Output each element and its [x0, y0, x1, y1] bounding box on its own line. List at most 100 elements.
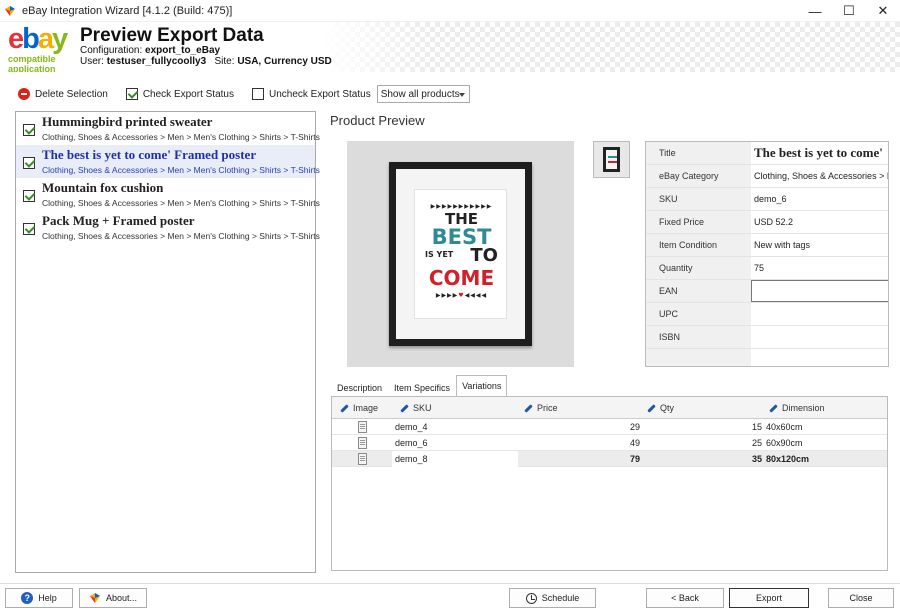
- back-button[interactable]: < Back: [646, 588, 724, 608]
- price-cell: 79: [629, 454, 640, 464]
- uncheck-export-status-button[interactable]: Uncheck Export Status: [251, 88, 371, 100]
- product-name: Hummingbird printed sweater: [42, 114, 213, 129]
- qty-cell: 15: [751, 422, 762, 432]
- sku-cell: demo_8: [392, 451, 518, 467]
- product-list: Hummingbird printed sweater Clothing, Sh…: [15, 111, 320, 573]
- product-name: Mountain fox cushion: [42, 180, 164, 195]
- title-value[interactable]: The best is yet to come': [752, 142, 888, 164]
- property-row-condition: Item Condition New with tags: [646, 234, 888, 257]
- product-category: Clothing, Shoes & Accessories > Men > Me…: [42, 132, 320, 142]
- close-button[interactable]: Close: [828, 588, 894, 608]
- image-file-icon: [358, 437, 367, 449]
- column-header-sku[interactable]: SKU: [400, 397, 432, 419]
- price-value[interactable]: USD 52.2: [752, 211, 888, 233]
- user-site-info: User: testuser_fullycoolly3 Site: USA, C…: [80, 56, 332, 67]
- product-thumbnail[interactable]: [593, 141, 630, 178]
- product-item[interactable]: Hummingbird printed sweater Clothing, Sh…: [16, 112, 320, 145]
- edit-icon: [340, 403, 349, 413]
- product-preview-heading: Product Preview: [330, 113, 425, 128]
- property-row-category: eBay Category Clothing, Shoes & Accessor…: [646, 165, 888, 188]
- clock-icon: [525, 592, 537, 604]
- edit-icon: [647, 403, 656, 413]
- price-cell: 29: [629, 422, 640, 432]
- property-row-quantity: Quantity 75: [646, 257, 888, 280]
- product-filter-dropdown[interactable]: Show all products: [376, 85, 470, 103]
- image-file-icon: [358, 453, 367, 465]
- product-item[interactable]: Mountain fox cushion Clothing, Shoes & A…: [16, 178, 320, 211]
- product-checkbox[interactable]: [23, 190, 35, 202]
- table-row-selected[interactable]: demo_8 79 35 80x120cm: [332, 451, 887, 467]
- schedule-button[interactable]: Schedule: [509, 588, 596, 608]
- tab-variations[interactable]: Variations: [456, 375, 508, 397]
- toolbar: Delete Selection Check Export Status Unc…: [0, 84, 470, 104]
- product-checkbox[interactable]: [23, 124, 35, 136]
- column-header-price[interactable]: Price: [524, 397, 558, 419]
- sku-value[interactable]: demo_6: [752, 188, 888, 210]
- edit-icon: [769, 403, 778, 413]
- configuration-info: Configuration: export_to_eBay: [80, 45, 221, 56]
- column-header-image[interactable]: Image: [340, 397, 378, 419]
- qty-cell: 25: [751, 438, 762, 448]
- variations-grid: Image SKU Price Qty Dimension demo_4 29 …: [331, 396, 888, 571]
- product-name: Pack Mug + Framed poster: [42, 213, 195, 228]
- close-window-button[interactable]: ✕: [866, 0, 900, 22]
- product-item[interactable]: Pack Mug + Framed poster Clothing, Shoes…: [16, 211, 320, 244]
- poster-artwork: ▶▶▶▶▶▶▶▶▶▶▶ THE BEST IS YET TO COME ▶▶▶▶…: [414, 189, 507, 319]
- sku-cell: demo_6: [395, 438, 428, 448]
- product-category: Clothing, Shoes & Accessories > Men > Me…: [42, 231, 320, 241]
- property-row-upc: UPC: [646, 303, 888, 326]
- column-header-dimension[interactable]: Dimension: [769, 397, 825, 419]
- ean-input[interactable]: [751, 280, 888, 302]
- edit-icon: [524, 403, 533, 413]
- product-properties-grid: Title The best is yet to come' eBay Cate…: [645, 141, 889, 367]
- export-button[interactable]: Export: [729, 588, 809, 608]
- upc-value[interactable]: [752, 303, 888, 325]
- property-row-sku: SKU demo_6: [646, 188, 888, 211]
- quantity-value[interactable]: 75: [752, 257, 888, 279]
- property-row-isbn: ISBN: [646, 326, 888, 349]
- app-icon: [89, 593, 100, 603]
- product-checkbox[interactable]: [23, 157, 35, 169]
- help-button[interactable]: ? Help: [5, 588, 73, 608]
- delete-selection-button[interactable]: Delete Selection: [18, 88, 108, 100]
- maximize-button[interactable]: ☐: [832, 0, 866, 22]
- footer-bar: ? Help About... Schedule < Back Export Cl…: [0, 583, 900, 612]
- table-row[interactable]: demo_6 49 25 60x90cm: [332, 435, 887, 451]
- property-row-ean: EAN: [646, 280, 888, 303]
- detail-tabs: Description Item Specifics Variations: [331, 375, 508, 397]
- empty-checkbox-icon: [251, 88, 264, 100]
- header-banner: ebay compatible application Preview Expo…: [0, 22, 900, 72]
- product-image: ▶▶▶▶▶▶▶▶▶▶▶ THE BEST IS YET TO COME ▶▶▶▶…: [347, 141, 574, 367]
- dimension-cell: 60x90cm: [766, 438, 803, 448]
- table-row[interactable]: demo_4 29 15 40x60cm: [332, 419, 887, 435]
- tab-item-specifics[interactable]: Item Specifics: [388, 378, 456, 397]
- product-name: The best is yet to come' Framed poster: [42, 147, 257, 162]
- condition-value[interactable]: New with tags: [752, 234, 888, 256]
- window-title: eBay Integration Wizard [4.1.2 (Build: 4…: [22, 4, 233, 17]
- price-cell: 49: [629, 438, 640, 448]
- help-icon: ?: [21, 592, 34, 604]
- product-checkbox[interactable]: [23, 223, 35, 235]
- page-title: Preview Export Data: [80, 25, 264, 46]
- minimize-button[interactable]: —: [798, 0, 832, 22]
- product-item-selected[interactable]: The best is yet to come' Framed poster C…: [16, 145, 320, 178]
- property-row-price: Fixed Price USD 52.2: [646, 211, 888, 234]
- qty-cell: 35: [751, 454, 762, 464]
- about-button[interactable]: About...: [79, 588, 147, 608]
- edit-icon: [400, 403, 409, 413]
- variations-header: Image SKU Price Qty Dimension: [332, 397, 887, 419]
- chevron-down-icon: [459, 93, 465, 97]
- delete-icon: [18, 88, 30, 100]
- tab-description[interactable]: Description: [331, 378, 388, 397]
- poster-frame: ▶▶▶▶▶▶▶▶▶▶▶ THE BEST IS YET TO COME ▶▶▶▶…: [389, 162, 532, 346]
- window-titlebar: eBay Integration Wizard [4.1.2 (Build: 4…: [0, 0, 900, 22]
- category-value[interactable]: Clothing, Shoes & Accessories > Men: [752, 165, 888, 187]
- ebay-compatible-logo: ebay compatible application: [8, 23, 68, 72]
- column-header-qty[interactable]: Qty: [647, 397, 674, 419]
- property-row-title: Title The best is yet to come': [646, 142, 888, 165]
- checkmark-icon: [125, 88, 138, 100]
- isbn-value[interactable]: [752, 326, 888, 348]
- check-export-status-button[interactable]: Check Export Status: [125, 88, 234, 100]
- dimension-cell: 40x60cm: [766, 422, 803, 432]
- app-icon: [5, 5, 15, 16]
